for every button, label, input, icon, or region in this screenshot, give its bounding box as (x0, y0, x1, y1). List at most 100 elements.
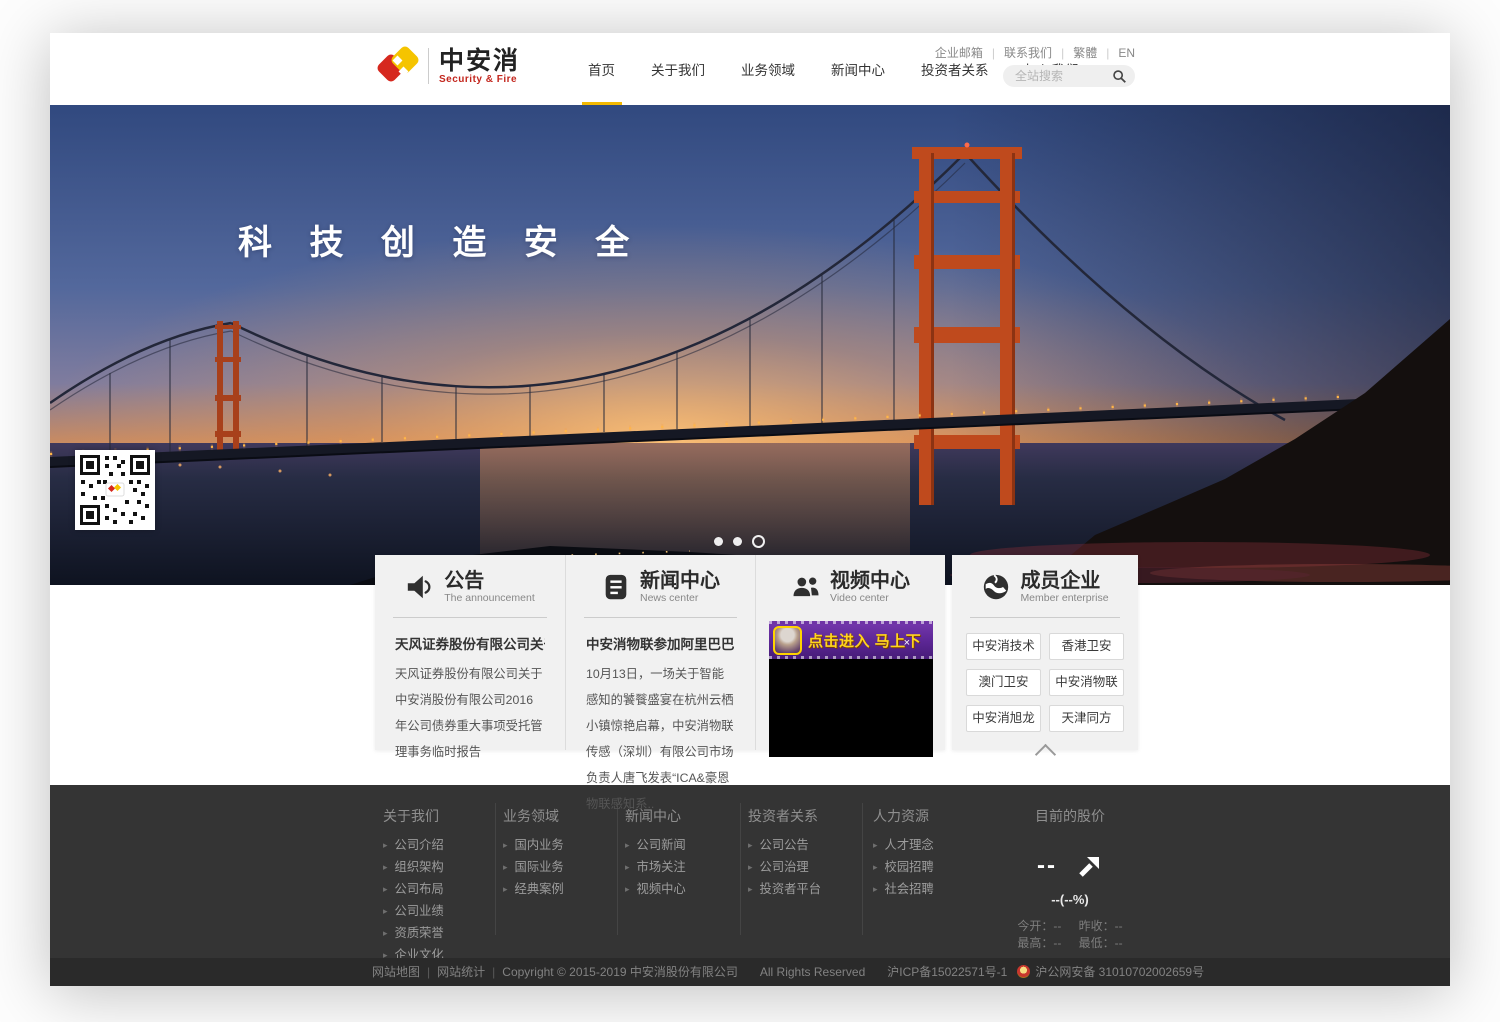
link-english[interactable]: EN (1118, 46, 1135, 60)
speaker-icon (405, 572, 435, 602)
ad-close-icon[interactable]: × (904, 638, 910, 649)
footer-link[interactable]: 公司业绩 (383, 901, 444, 923)
footer-link[interactable]: 人才理念 (873, 835, 934, 857)
logo-tagline: Security & Fire (439, 74, 520, 85)
announcement-panel: 公告 The announcement 天风证券股份有限公司关于中.. 天风证券… (375, 555, 565, 750)
news-panel: 新闻中心 News center 中安消物联参加阿里巴巴云栖.. 10月13日，… (565, 555, 755, 750)
video-panel: 视频中心 Video center 点击进入 马上下 × (755, 555, 945, 750)
video-ad-banner: 点击进入 马上下 × (769, 621, 933, 659)
search-input[interactable] (1015, 69, 1112, 83)
footer-heading: 关于我们 (383, 806, 444, 826)
nav-item-about[interactable]: 关于我们 (633, 33, 723, 105)
nav-item-home[interactable]: 首页 (570, 33, 633, 105)
rights-text: All Rights Reserved (760, 965, 865, 979)
qr-code (75, 450, 155, 530)
footer-divider (495, 803, 496, 935)
members-panel: 成员企业 Member enterprise 中安消技术 香港卫安 澳门卫安 中… (952, 555, 1138, 750)
hero-banner: 科 技 创 造 安 全 (50, 105, 1450, 585)
stock-prev-close: 昨收：-- (1079, 919, 1123, 933)
site-header: 中安消 Security & Fire 首页 关于我们 业务领域 新闻中心 投资… (50, 33, 1450, 105)
utility-links: 企业邮箱 联系我们 繁體 EN (935, 44, 1135, 61)
news-item-title[interactable]: 中安消物联参加阿里巴巴云栖.. (586, 633, 735, 653)
carousel-dot-1[interactable] (714, 537, 723, 546)
site-stats-link[interactable]: 网站统计 (437, 965, 485, 979)
copyright-text: Copyright © 2015-2019 中安消股份有限公司 (502, 965, 738, 979)
members-header[interactable]: 成员企业 Member enterprise (952, 555, 1138, 604)
announcement-subtitle: The announcement (444, 592, 534, 604)
member-button-5[interactable]: 中安消旭龙 (966, 705, 1041, 732)
footer-link[interactable]: 投资者平台 (748, 879, 821, 901)
footer-link[interactable]: 公司新闻 (625, 835, 686, 857)
news-subtitle: News center (640, 592, 720, 604)
footer-heading: 投资者关系 (748, 806, 821, 826)
stock-price: -- (1037, 852, 1057, 880)
search-icon[interactable] (1112, 69, 1127, 84)
news-item-body: 10月13日，一场关于智能感知的饕餮盛宴在杭州云栖小镇惊艳启幕，中安消物联传感（… (586, 661, 735, 817)
link-enterprise-mail[interactable]: 企业邮箱 (935, 44, 1004, 61)
footer-col-news: 新闻中心 公司新闻 市场关注 视频中心 (625, 806, 686, 901)
news-header[interactable]: 新闻中心 News center (566, 555, 755, 604)
footer-link[interactable]: 市场关注 (625, 857, 686, 879)
stock-high: 最高：-- (1017, 936, 1061, 950)
news-document-icon (601, 572, 631, 602)
footer-link[interactable]: 公司治理 (748, 857, 821, 879)
carousel-dots (714, 535, 765, 548)
carousel-dot-3-active[interactable] (752, 535, 765, 548)
member-company-grid: 中安消技术 香港卫安 澳门卫安 中安消物联 中安消旭龙 天津同方 (952, 618, 1138, 732)
nav-item-business[interactable]: 业务领域 (723, 33, 813, 105)
footer-link[interactable]: 经典案例 (503, 879, 564, 901)
stock-change: --(--%) (955, 892, 1185, 907)
video-header[interactable]: 视频中心 Video center (756, 555, 945, 604)
stock-low: 最低：-- (1079, 936, 1123, 950)
member-button-6[interactable]: 天津同方 (1049, 705, 1124, 732)
video-thumbnail[interactable]: 点击进入 马上下 × (769, 621, 933, 757)
footer-divider (617, 803, 618, 935)
stock-details: 今开：-- 昨收：-- 最高：-- 最低：-- (955, 918, 1185, 952)
link-traditional-chinese[interactable]: 繁體 (1073, 44, 1118, 61)
footer-col-about: 关于我们 公司介绍 组织架构 公司布局 公司业绩 资质荣誉 企业文化 (383, 806, 444, 967)
footer-link[interactable]: 资质荣誉 (383, 923, 444, 945)
video-subtitle: Video center (830, 592, 910, 604)
member-button-3[interactable]: 澳门卫安 (966, 669, 1041, 696)
member-button-4[interactable]: 中安消物联 (1049, 669, 1124, 696)
footer-link[interactable]: 公司介绍 (383, 835, 444, 857)
people-icon (791, 572, 821, 602)
footer-link[interactable]: 国际业务 (503, 857, 564, 879)
police-record-link[interactable]: 沪公网安备 31010702002659号 (1035, 965, 1204, 979)
announcement-title: 公告 (444, 570, 534, 592)
member-button-2[interactable]: 香港卫安 (1049, 633, 1124, 660)
feature-panels: 公告 The announcement 天风证券股份有限公司关于中.. 天风证券… (375, 555, 945, 750)
footer-link[interactable]: 视频中心 (625, 879, 686, 901)
stock-price-widget: 目前的股价 -- --(--%) 今开：-- 昨收：-- 最高：-- 最低：-- (955, 806, 1185, 952)
icp-record-link[interactable]: 沪ICP备15022571号-1 (887, 965, 1007, 979)
footer-heading: 人力资源 (873, 806, 934, 826)
announcement-item-body: 天风证券股份有限公司关于中安消股份有限公司2016年公司债券重大事项受托管理事务… (395, 661, 545, 765)
footer-link[interactable]: 公司公告 (748, 835, 821, 857)
logo-mark-icon (378, 46, 422, 86)
footer-link[interactable]: 社会招聘 (873, 879, 934, 901)
nav-item-news[interactable]: 新闻中心 (813, 33, 903, 105)
footer-link[interactable]: 校园招聘 (873, 857, 934, 879)
footer-heading: 业务领域 (503, 806, 564, 826)
members-title: 成员企业 (1020, 570, 1108, 592)
announcement-item-title[interactable]: 天风证券股份有限公司关于中.. (395, 633, 545, 653)
sitemap-link[interactable]: 网站地图 (372, 965, 420, 979)
video-title: 视频中心 (830, 570, 910, 592)
member-button-1[interactable]: 中安消技术 (966, 633, 1041, 660)
footer-link[interactable]: 组织架构 (383, 857, 444, 879)
stock-arrow-icon[interactable] (1077, 853, 1103, 879)
copyright-bar: 网站地图 网站统计 Copyright © 2015-2019 中安消股份有限公司 A… (50, 958, 1450, 986)
footer-link[interactable]: 国内业务 (503, 835, 564, 857)
globe-icon (981, 572, 1011, 602)
footer-divider (862, 803, 863, 935)
announcement-header[interactable]: 公告 The announcement (375, 555, 565, 604)
chevron-up-icon[interactable] (1034, 744, 1055, 765)
logo-name: 中安消 (439, 48, 520, 74)
police-badge-icon (1017, 965, 1030, 978)
footer-link[interactable]: 公司布局 (383, 879, 444, 901)
footer-col-investor: 投资者关系 公司公告 公司治理 投资者平台 (748, 806, 821, 901)
site-search (1003, 65, 1135, 87)
company-logo[interactable]: 中安消 Security & Fire (378, 46, 520, 86)
carousel-dot-2[interactable] (733, 537, 742, 546)
link-contact-us[interactable]: 联系我们 (1004, 44, 1073, 61)
